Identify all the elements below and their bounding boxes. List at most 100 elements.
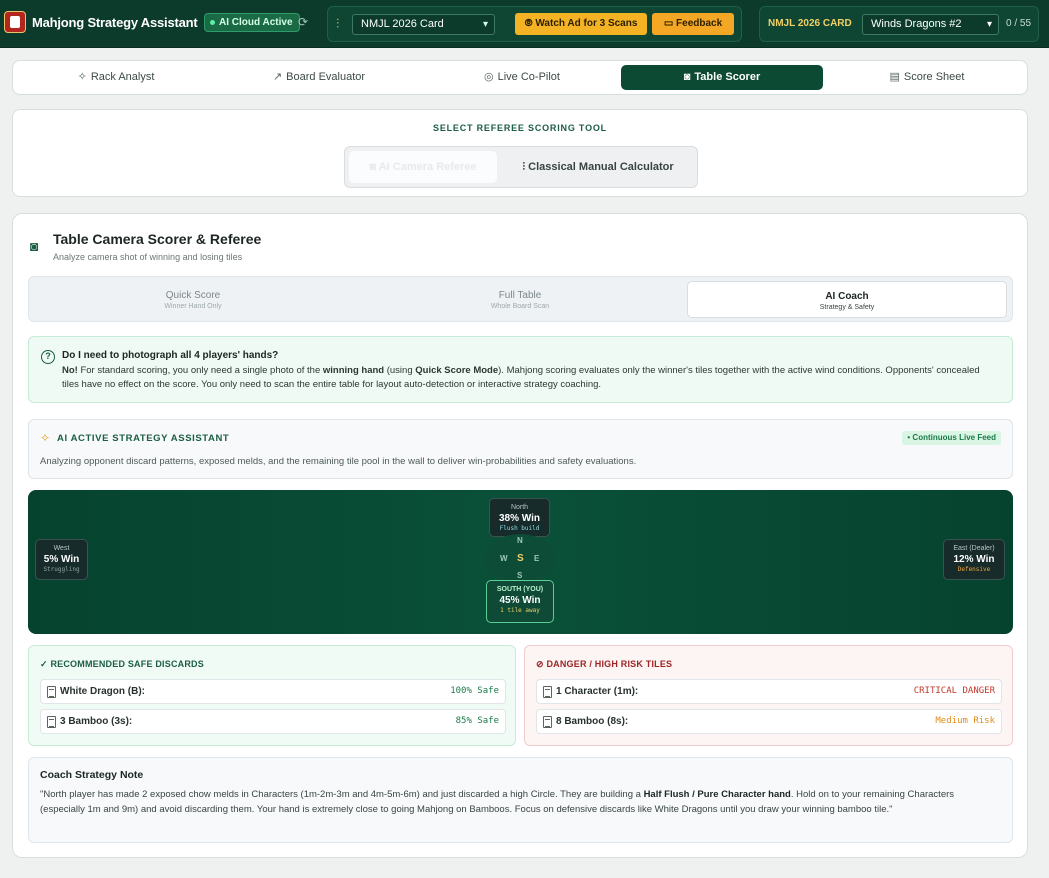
mode-full-table[interactable]: Full Table Whole Board Scan xyxy=(360,281,680,318)
table-board: North 38% Win Flush build West 5% Win St… xyxy=(28,490,1013,634)
tab-live-copilot[interactable]: ◎ Live Co-Pilot xyxy=(419,65,625,90)
message-icon: ▭ xyxy=(663,18,677,29)
compass-east: E xyxy=(534,554,540,563)
section-subtitle: Analyze camera shot of winning and losin… xyxy=(53,252,243,262)
hand-select-value: Winds Dragons #2 xyxy=(871,18,962,30)
receipt-icon: ▤ xyxy=(889,71,900,83)
tab-table-scorer[interactable]: ◙ Table Scorer xyxy=(621,65,823,90)
tab-label: Score Sheet xyxy=(903,71,965,83)
sliders-icon: ⫶ xyxy=(336,16,340,31)
safe-tile-row: 3 Bamboo (3s): 85% Safe xyxy=(40,709,506,734)
main-nav: ✧ Rack Analyst ↗ Board Evaluator ◎ Live Co-… xyxy=(12,60,1028,95)
tab-label: Rack Analyst xyxy=(90,71,155,83)
tile-name: 1 Character (1m): xyxy=(556,686,639,697)
faq-question: Do I need to photograph all 4 players' h… xyxy=(62,350,279,361)
compass-icon: ◎ xyxy=(484,71,494,83)
live-feed-badge: • Continuous Live Feed xyxy=(902,431,1001,445)
compass-west: W xyxy=(500,554,508,563)
safety-value: 100% Safe xyxy=(450,686,499,696)
tab-board-evaluator[interactable]: ↗ Board Evaluator xyxy=(216,65,422,90)
refresh-icon[interactable]: ⟳ xyxy=(298,15,308,29)
feedback-label: Feedback xyxy=(676,18,723,29)
tile-name: White Dragon (B): xyxy=(60,686,145,697)
player-name: East (Dealer) xyxy=(953,545,995,552)
card-year-select[interactable]: NMJL 2026 Card ▾ xyxy=(352,14,495,35)
hand-toolbar: NMJL 2026 CARD Winds Dragons #2 ▾ 0 / 55 xyxy=(759,6,1039,42)
player-card-north: North 38% Win Flush build xyxy=(489,498,550,537)
card-label: NMJL 2026 CARD xyxy=(768,18,852,29)
mode-quick-score[interactable]: Quick Score Winner Hand Only xyxy=(33,281,353,318)
answer-emphasis: Quick Score Mode xyxy=(415,365,499,376)
chevron-down-icon: ▾ xyxy=(482,19,488,30)
app-title: Mahjong Strategy Assistant xyxy=(32,15,198,30)
danger-tile-row: 8 Bamboo (8s): Medium Risk xyxy=(536,709,1002,734)
watch-ad-button[interactable]: ⦾ Watch Ad for 3 Scans xyxy=(515,13,647,35)
tab-label: Live Co-Pilot xyxy=(497,71,560,83)
win-percentage: 5% Win xyxy=(43,554,80,565)
strategy-assistant-box: ✧ AI ACTIVE STRATEGY ASSISTANT • Continu… xyxy=(28,419,1013,479)
hand-select[interactable]: Winds Dragons #2 ▾ xyxy=(862,14,999,35)
chevron-down-icon: ▾ xyxy=(986,19,992,30)
player-status: Defensive xyxy=(957,566,991,573)
tile-name: 3 Bamboo (3s): xyxy=(60,716,133,727)
feedback-button[interactable]: ▭ Feedback xyxy=(652,13,734,35)
coach-emphasis: Half Flush / Pure Character hand xyxy=(643,789,791,800)
tile-name: 8 Bamboo (8s): xyxy=(556,716,629,727)
camera-icon: ◙ xyxy=(30,238,39,254)
strategy-title: AI ACTIVE STRATEGY ASSISTANT xyxy=(57,433,230,444)
safe-title-text: RECOMMENDED SAFE DISCARDS xyxy=(50,659,204,669)
coins-icon: ⦾ xyxy=(524,18,536,29)
wind-compass: N W S E S xyxy=(485,534,555,582)
player-status: Flush build xyxy=(499,525,540,532)
tab-score-sheet[interactable]: ▤ Score Sheet xyxy=(825,65,1029,90)
answer-text: (using xyxy=(384,365,416,376)
mode-title: AI Coach xyxy=(825,291,869,302)
win-percentage: 38% Win xyxy=(498,513,541,524)
sparkles-icon: ✧ xyxy=(77,71,87,83)
answer-text: For standard scoring, you only need a si… xyxy=(77,365,323,376)
mode-ai-coach[interactable]: AI Coach Strategy & Safety xyxy=(687,281,1007,318)
referee-toggle: ◙ AI Camera Referee ⫶ Classical Manual C… xyxy=(344,146,698,188)
player-card-east: East (Dealer) 12% Win Defensive xyxy=(943,539,1005,580)
win-percentage: 45% Win xyxy=(499,595,541,606)
danger-tiles-title: ⊘ DANGER / HIGH RISK TILES xyxy=(536,659,672,670)
safe-discards-box: ✓ RECOMMENDED SAFE DISCARDS White Dragon… xyxy=(28,645,516,746)
section-title: Table Camera Scorer & Referee xyxy=(53,231,262,247)
faq-answer: No! For standard scoring, you only need … xyxy=(62,364,992,392)
ai-camera-referee-option[interactable]: ◙ AI Camera Referee xyxy=(349,151,497,183)
mode-title: Quick Score xyxy=(165,290,221,301)
option-label: AI Camera Referee xyxy=(378,161,477,173)
safe-discards-title: ✓ RECOMMENDED SAFE DISCARDS xyxy=(40,659,204,670)
referee-tool-panel: SELECT REFEREE SCORING TOOL ◙ AI Camera … xyxy=(12,109,1028,197)
tile-icon xyxy=(543,716,552,728)
player-card-west: West 5% Win Struggling xyxy=(35,539,88,580)
top-header: Mahjong Strategy Assistant AI Cloud Acti… xyxy=(0,0,1049,48)
compass-south: S xyxy=(517,571,523,580)
manual-calculator-option[interactable]: ⫶ Classical Manual Calculator xyxy=(501,151,695,183)
tile-icon xyxy=(47,686,56,698)
danger-tiles-box: ⊘ DANGER / HIGH RISK TILES 1 Character (… xyxy=(524,645,1013,746)
faq-info-box: ? Do I need to photograph all 4 players'… xyxy=(28,336,1013,403)
safe-tile-row: White Dragon (B): 100% Safe xyxy=(40,679,506,704)
compass-center: S xyxy=(517,553,524,564)
danger-tile-row: 1 Character (1m): CRITICAL DANGER xyxy=(536,679,1002,704)
alert-icon: ⊘ xyxy=(536,659,547,669)
app-logo xyxy=(4,11,26,33)
player-status: Struggling xyxy=(43,566,80,573)
trend-icon: ↗ xyxy=(272,71,283,83)
tile-icon xyxy=(47,716,56,728)
player-name: West xyxy=(53,545,70,552)
watch-ad-label: Watch Ad for 3 Scans xyxy=(535,18,638,29)
coach-note-title: Coach Strategy Note xyxy=(40,769,144,781)
tile-icon xyxy=(543,686,552,698)
coach-note-text: "North player has made 2 exposed chow me… xyxy=(40,787,1000,817)
card-year-select-value: NMJL 2026 Card xyxy=(361,18,444,30)
compass-north: N xyxy=(517,536,523,545)
camera-scorer-panel: ◙ Table Camera Scorer & Referee Analyze … xyxy=(12,213,1028,858)
scan-mode-tabs: Quick Score Winner Hand Only Full Table … xyxy=(28,276,1013,322)
referee-title: SELECT REFEREE SCORING TOOL xyxy=(433,123,607,133)
player-card-south: SOUTH (YOU) 45% Win 1 tile away xyxy=(486,580,554,623)
tab-rack-analyst[interactable]: ✧ Rack Analyst xyxy=(13,65,219,90)
win-percentage: 12% Win xyxy=(953,554,995,565)
safety-value: 85% Safe xyxy=(455,716,499,726)
